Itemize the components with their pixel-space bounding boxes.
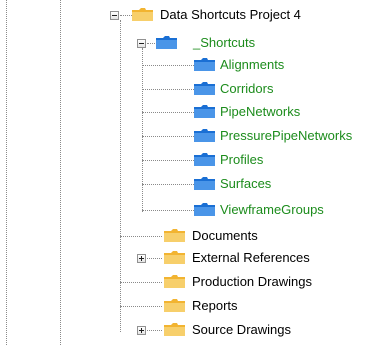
tree-node-profiles[interactable]: Profiles: [0, 150, 388, 170]
folder-blue-icon: [194, 105, 215, 118]
node-label-surfaces: Surfaces: [220, 176, 272, 191]
tree-node-surfaces[interactable]: Surfaces: [0, 174, 388, 194]
node-label-source-drawings: Source Drawings: [192, 322, 291, 337]
tree-node-corridors[interactable]: Corridors: [0, 79, 388, 99]
tree-node-project[interactable]: Data Shortcuts Project 4: [0, 5, 388, 25]
node-label-viewframegroups: ViewframeGroups: [220, 202, 324, 217]
tree-node-reports[interactable]: Reports: [0, 296, 388, 316]
folder-blue-icon: [156, 36, 177, 49]
folder-blue-icon: [194, 129, 215, 142]
expand-toggle-source-drawings[interactable]: [137, 326, 146, 335]
node-label-production-drawings: Production Drawings: [192, 274, 312, 289]
node-label-alignments: Alignments: [220, 57, 285, 72]
folder-yellow-icon: [164, 275, 185, 288]
tree-connector: [142, 210, 194, 211]
tree-connector: [142, 160, 194, 161]
folder-yellow-icon: [164, 251, 185, 264]
node-label-project: Data Shortcuts Project 4: [160, 7, 301, 22]
node-label-documents: Documents: [192, 228, 258, 243]
tree-connector: [142, 112, 194, 113]
project-tree: Data Shortcuts Project 4 _Shortcuts Alig…: [0, 0, 388, 345]
folder-blue-icon: [194, 177, 215, 190]
folder-yellow-icon: [132, 8, 153, 21]
tree-connector: [147, 258, 162, 259]
tree-node-production-drawings[interactable]: Production Drawings: [0, 272, 388, 292]
expand-toggle-shortcuts[interactable]: [137, 39, 146, 48]
tree-node-alignments[interactable]: Alignments: [0, 55, 388, 75]
node-label-shortcuts: _Shortcuts: [193, 35, 256, 50]
folder-yellow-icon: [164, 323, 185, 336]
tree-node-pipenetworks[interactable]: PipeNetworks: [0, 102, 388, 122]
node-label-pipenetworks: PipeNetworks: [220, 104, 301, 119]
tree-connector: [142, 65, 194, 66]
node-label-reports: Reports: [192, 298, 238, 313]
folder-blue-icon: [194, 203, 215, 216]
tree-node-documents[interactable]: Documents: [0, 226, 388, 246]
tree-connector: [120, 306, 162, 307]
folder-blue-icon: [194, 153, 215, 166]
tree-connector: [120, 282, 162, 283]
tree-node-external-references[interactable]: External References: [0, 248, 388, 268]
node-label-external-references: External References: [192, 250, 310, 265]
folder-blue-icon: [194, 58, 215, 71]
expand-toggle-external-references[interactable]: [137, 254, 146, 263]
tree-connector: [142, 136, 194, 137]
node-label-profiles: Profiles: [220, 152, 264, 167]
tree-connector: [120, 236, 162, 237]
tree-connector: [120, 15, 132, 16]
tree-node-viewframegroups[interactable]: ViewframeGroups: [0, 200, 388, 220]
tree-connector: [147, 330, 162, 331]
tree-node-source-drawings[interactable]: Source Drawings: [0, 320, 388, 340]
tree-connector: [147, 43, 155, 44]
folder-yellow-icon: [164, 229, 185, 242]
folder-blue-icon: [194, 82, 215, 95]
node-label-corridors: Corridors: [220, 81, 274, 96]
tree-node-pressurepipenetworks[interactable]: PressurePipeNetworks: [0, 126, 388, 146]
folder-yellow-icon: [164, 299, 185, 312]
tree-node-shortcuts[interactable]: _Shortcuts: [0, 33, 388, 53]
node-label-pressurepipenetworks: PressurePipeNetworks: [220, 128, 353, 143]
expand-toggle-project[interactable]: [110, 11, 119, 20]
tree-connector: [142, 89, 194, 90]
tree-connector: [142, 184, 194, 185]
